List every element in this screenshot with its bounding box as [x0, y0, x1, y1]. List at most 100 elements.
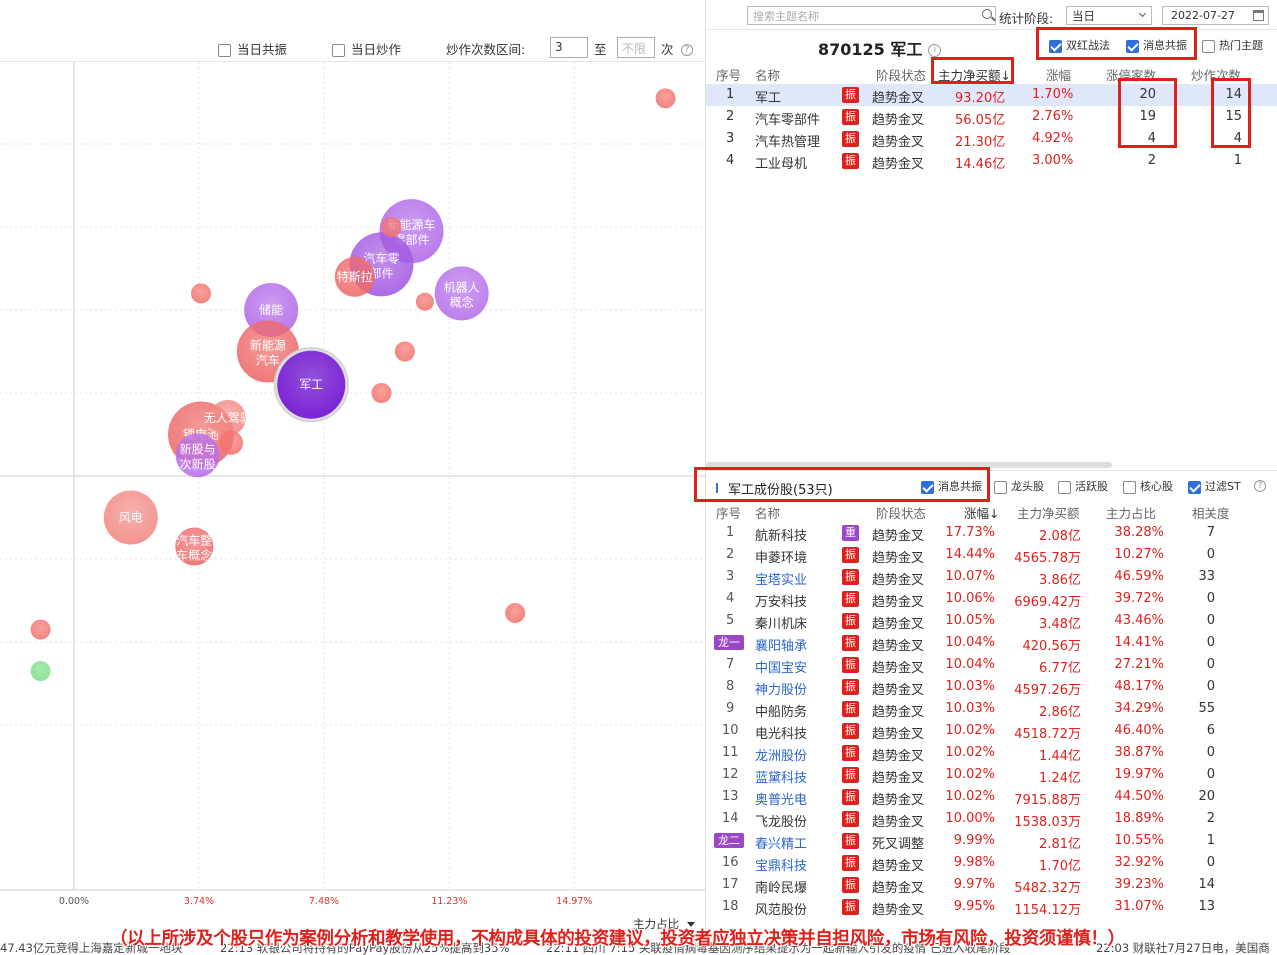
row-name[interactable]: 汽车热管理 — [755, 131, 820, 150]
hype-today-checkbox[interactable]: 当日炒作 — [332, 39, 401, 58]
bubble-unlabeled[interactable] — [394, 341, 415, 362]
row-name[interactable]: 风范股份 — [755, 899, 807, 918]
row-name[interactable]: 中船防务 — [755, 701, 807, 720]
col-main-ratio[interactable]: 主力占比 — [1106, 503, 1156, 522]
col-state[interactable]: 阶段状态 — [876, 503, 926, 522]
row-name[interactable]: 中国宝安 — [755, 657, 807, 676]
bubble-unlabeled[interactable] — [190, 283, 211, 304]
col-name[interactable]: 名称 — [755, 503, 780, 522]
sector-row[interactable]: 2 汽车零部件振趋势金叉 56.05亿 2.76% 19 15 — [706, 106, 1277, 128]
col-change[interactable]: 涨幅↓ — [964, 503, 999, 522]
calendar-icon[interactable] — [1253, 10, 1264, 21]
core-check-icon — [1123, 480, 1136, 494]
row-name[interactable]: 工业母机 — [755, 153, 807, 172]
row-name[interactable]: 春兴精工 — [755, 833, 807, 852]
bubble-汽车整车概念[interactable]: 汽车整车概念 — [175, 527, 214, 566]
bubble-unlabeled[interactable] — [219, 430, 244, 455]
col-net-buy[interactable]: 主力净买额 — [1017, 503, 1080, 522]
row-name[interactable]: 航新科技 — [755, 525, 807, 544]
component-row[interactable]: 2 申菱环境 振趋势金叉 14.44% 4565.78万 10.27% 0 — [706, 544, 1277, 566]
theme-search-input[interactable]: 搜索主题名称 — [747, 6, 996, 25]
row-name[interactable]: 万安科技 — [755, 591, 807, 610]
bubble-新股与次新股[interactable]: 新股与次新股 — [175, 433, 220, 478]
resonance-today-checkbox[interactable]: 当日共振 — [218, 39, 287, 58]
row-relevance: 7 — [1206, 525, 1215, 540]
component-row[interactable]: 1 航新科技 重趋势金叉 17.73% 2.08亿 38.28% 7 — [706, 522, 1277, 544]
bubble-unlabeled[interactable] — [30, 661, 51, 682]
row-name[interactable]: 电光科技 — [755, 723, 807, 742]
row-name[interactable]: 襄阳轴承 — [755, 635, 807, 654]
bubble-unlabeled[interactable] — [415, 292, 434, 311]
component-row[interactable]: 14 飞龙股份 振趋势金叉 10.00% 1538.03万 18.89% 2 — [706, 808, 1277, 830]
bubble-机器人概念[interactable]: 机器人概念 — [434, 266, 489, 321]
col-state[interactable]: 阶段状态 — [876, 65, 926, 84]
active-check-icon — [1058, 480, 1071, 494]
bubble-unlabeled[interactable] — [30, 619, 51, 640]
row-name[interactable]: 飞龙股份 — [755, 811, 807, 830]
bubble-unlabeled[interactable] — [381, 217, 402, 237]
col-change[interactable]: 涨幅 — [1046, 65, 1071, 84]
component-row[interactable]: 12 蓝黛科技 振趋势金叉 10.02% 1.24亿 19.97% 0 — [706, 764, 1277, 786]
sector-row[interactable]: 4 工业母机 振趋势金叉 14.46亿 3.00% 2 1 — [706, 150, 1277, 172]
bubble-chart[interactable]: 0.00% 3.74% 7.48% 11.23% 14.97%新能源车零部件汽车零部件特… — [0, 62, 705, 918]
filter-st-checkbox[interactable]: 过滤ST — [1188, 478, 1241, 494]
row-net-buy: 420.56万 — [1022, 639, 1082, 654]
row-main-ratio: 43.46% — [1114, 613, 1164, 628]
col-no[interactable]: 序号 — [716, 503, 741, 522]
col-name[interactable]: 名称 — [755, 65, 780, 84]
component-row[interactable]: 5 秦川机床 振趋势金叉 10.05% 3.48亿 43.46% 0 — [706, 610, 1277, 632]
row-name[interactable]: 宝鼎科技 — [755, 855, 807, 874]
leader-stock-checkbox[interactable]: 龙头股 — [994, 478, 1044, 494]
component-row[interactable]: 8 神力股份 振趋势金叉 10.03% 4597.26万 48.17% 0 — [706, 676, 1277, 698]
col-no[interactable]: 序号 — [716, 65, 741, 84]
row-state: 趋势金叉 — [872, 595, 925, 610]
components-help-button[interactable]: ? — [1254, 478, 1266, 492]
bubble-风电[interactable]: 风电 — [103, 490, 158, 545]
row-name[interactable]: 汽车零部件 — [755, 109, 820, 128]
component-row[interactable]: 龙一 襄阳轴承 振趋势金叉 10.04% 420.56万 14.41% 0 — [706, 632, 1277, 654]
row-name[interactable]: 宝塔实业 — [755, 569, 807, 588]
component-row[interactable]: 龙二 春兴精工 振死叉调整 9.99% 2.81亿 10.55% 1 — [706, 830, 1277, 852]
component-row[interactable]: 13 奥普光电 振趋势金叉 10.02% 7915.88万 44.50% 20 — [706, 786, 1277, 808]
row-relevance: 0 — [1206, 855, 1215, 870]
chart-help-button[interactable]: ? — [681, 40, 693, 56]
period-select[interactable]: 当日 — [1066, 6, 1152, 25]
x-tick-label: 0.00% — [59, 896, 89, 907]
row-name[interactable]: 龙洲股份 — [755, 745, 807, 764]
sector-row[interactable]: 3 汽车热管理振趋势金叉 21.30亿 4.92% 4 4 — [706, 128, 1277, 150]
sector-row[interactable]: 1 军工振趋势金叉 93.20亿 1.70% 20 14 — [706, 84, 1277, 106]
bubble-unlabeled[interactable] — [371, 383, 392, 403]
component-row[interactable]: 11 龙洲股份 振趋势金叉 10.02% 1.44亿 38.87% 0 — [706, 742, 1277, 764]
row-name[interactable]: 南岭民爆 — [755, 877, 807, 896]
bubble-unlabeled[interactable] — [655, 88, 676, 109]
bubble-军工[interactable]: 军工 — [273, 347, 349, 423]
row-relevance: 2 — [1206, 811, 1215, 826]
hype-range-to-input[interactable]: 不限 — [617, 37, 655, 58]
row-name[interactable]: 蓝黛科技 — [755, 767, 807, 786]
col-relevance[interactable]: 相关度 — [1192, 503, 1230, 522]
date-picker[interactable]: 2022-07-27 — [1162, 6, 1269, 25]
component-row[interactable]: 9 中船防务 振趋势金叉 10.03% 2.86亿 34.29% 55 — [706, 698, 1277, 720]
component-row[interactable]: 16 宝鼎科技 振趋势金叉 9.98% 1.70亿 32.92% 0 — [706, 852, 1277, 874]
bubble-特斯拉[interactable]: 特斯拉 — [334, 256, 375, 297]
component-row[interactable]: 4 万安科技 振趋势金叉 10.06% 6969.42万 39.72% 0 — [706, 588, 1277, 610]
info-icon[interactable]: i — [928, 44, 942, 57]
core-stock-checkbox[interactable]: 核心股 — [1123, 478, 1173, 494]
row-name[interactable]: 奥普光电 — [755, 789, 807, 808]
search-icon[interactable] — [982, 9, 992, 19]
hot-theme-checkbox[interactable]: 热门主题 — [1202, 37, 1263, 53]
component-row[interactable]: 17 南岭民爆 振趋势金叉 9.97% 5482.32万 39.23% 14 — [706, 874, 1277, 896]
component-row[interactable]: 10 电光科技 振趋势金叉 10.02% 4518.72万 46.40% 6 — [706, 720, 1277, 742]
row-change: 17.73% — [945, 525, 995, 540]
row-name[interactable]: 申菱环境 — [755, 547, 807, 566]
bubble-unlabeled[interactable] — [505, 602, 526, 623]
row-name[interactable]: 秦川机床 — [755, 613, 807, 632]
component-row[interactable]: 7 中国宝安 振趋势金叉 10.04% 6.77亿 27.21% 0 — [706, 654, 1277, 676]
row-name[interactable]: 神力股份 — [755, 679, 807, 698]
component-row[interactable]: 18 风范股份 振趋势金叉 9.95% 1154.12万 31.07% 13 — [706, 896, 1277, 918]
component-row[interactable]: 3 宝塔实业 振趋势金叉 10.07% 3.86亿 46.59% 33 — [706, 566, 1277, 588]
row-name[interactable]: 军工 — [755, 87, 781, 106]
active-stock-checkbox[interactable]: 活跃股 — [1058, 478, 1108, 494]
resonance-tag: 振 — [842, 877, 859, 893]
hype-range-from-input[interactable]: 3 — [550, 37, 588, 58]
